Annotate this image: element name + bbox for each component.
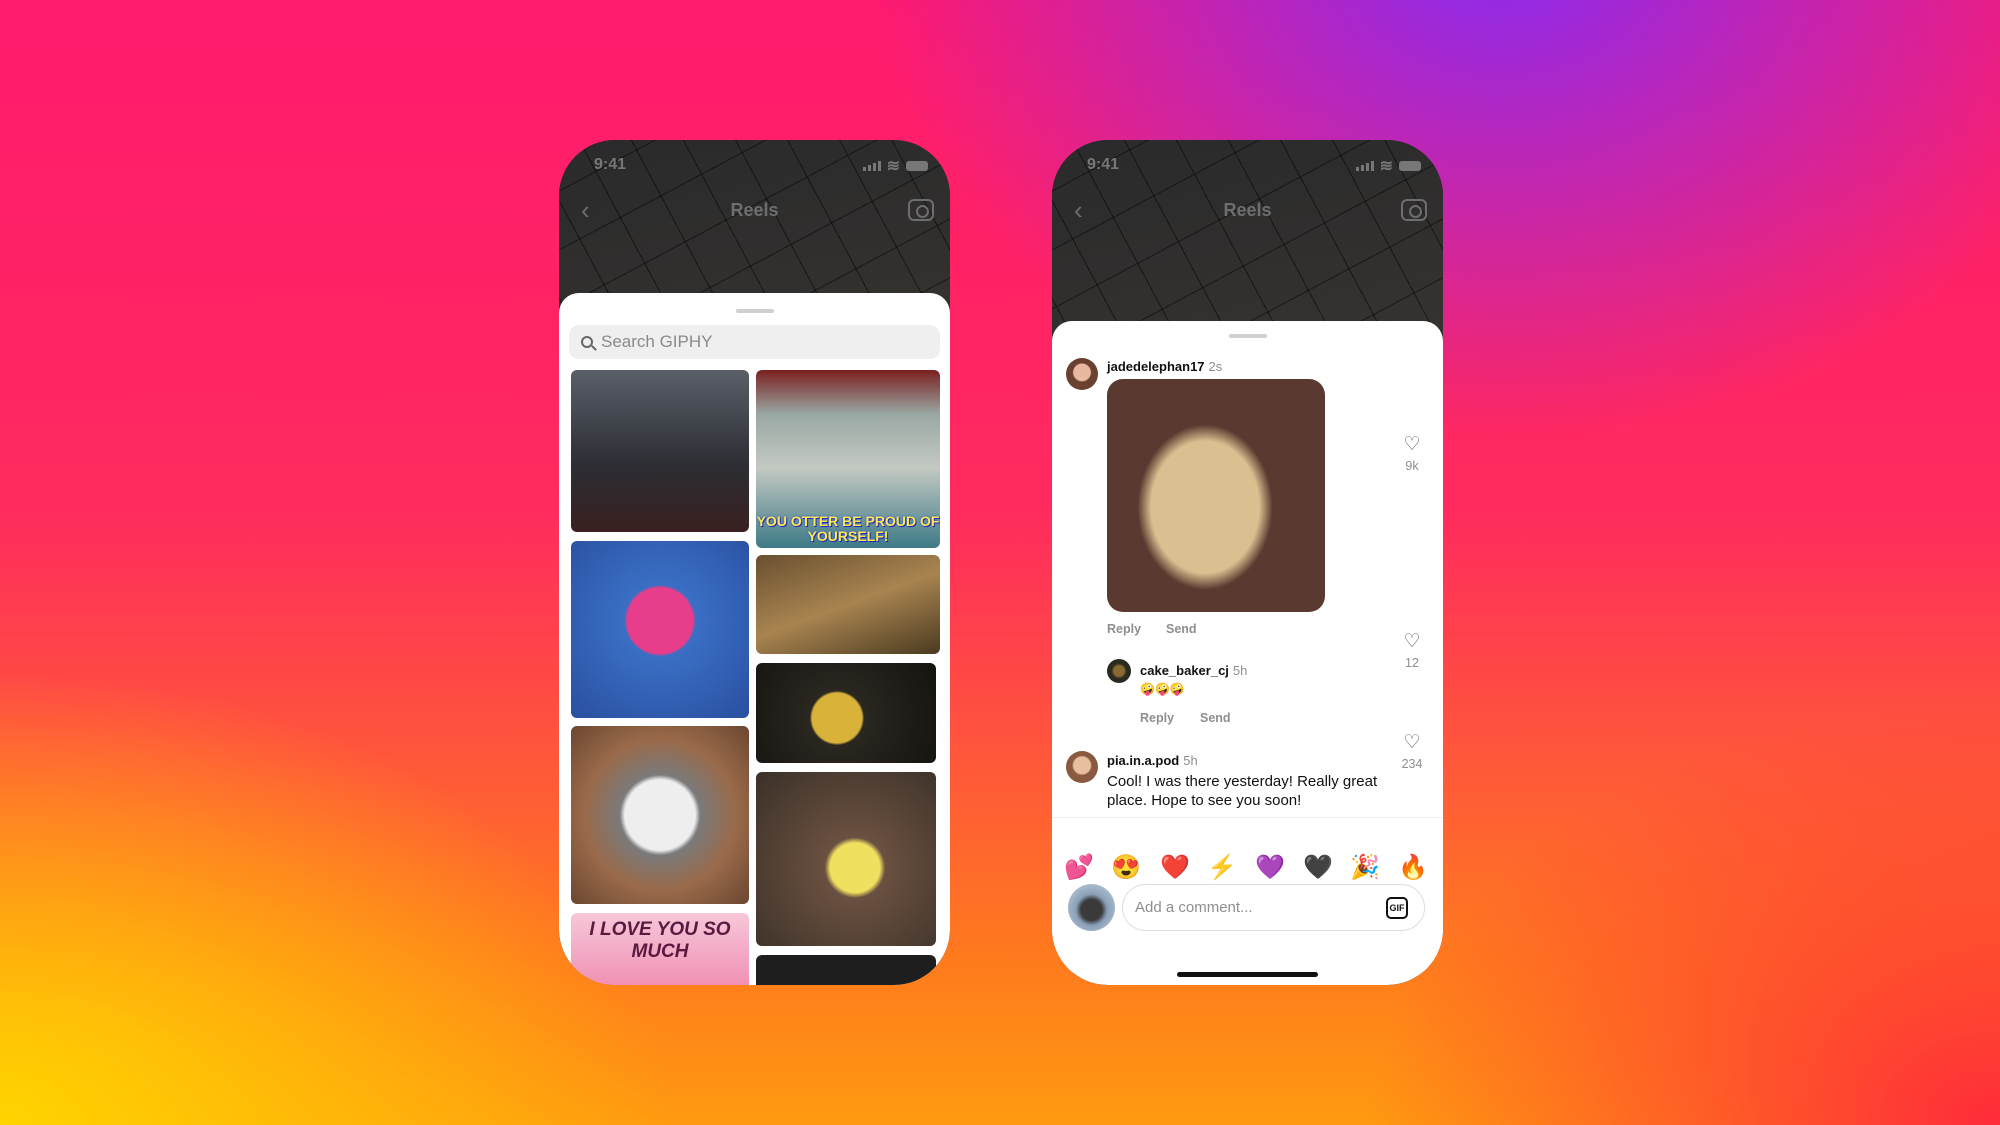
gif-fall-guy[interactable]	[571, 541, 749, 718]
chevron-left-icon[interactable]: ‹	[1074, 195, 1083, 226]
heart-icon[interactable]: ♡	[1397, 433, 1427, 456]
gif-otter[interactable]: YOU OTTER BE PROUD OF YOURSELF!	[756, 370, 940, 548]
like-count: 12	[1405, 656, 1419, 670]
send-button[interactable]: Send	[1200, 711, 1231, 725]
comment-username[interactable]: cake_baker_cj	[1140, 663, 1229, 678]
gif-lioness[interactable]	[756, 555, 940, 654]
sheet-handle[interactable]	[1228, 334, 1267, 338]
chevron-left-icon[interactable]: ‹	[581, 195, 590, 226]
battery-icon	[906, 161, 928, 171]
reply-button[interactable]: Reply	[1140, 711, 1174, 725]
nav-title: Reels	[730, 199, 779, 220]
send-button[interactable]: Send	[1166, 622, 1197, 636]
status-time: 9:41	[594, 156, 627, 173]
gif-pikachu[interactable]	[756, 663, 936, 763]
signal-icon	[862, 161, 881, 171]
emoji-lightning[interactable]: ⚡	[1204, 853, 1240, 882]
giphy-sheet: Search GIPHY YOU OTTER BE PROUD OF YOURS…	[559, 293, 950, 985]
sheet-handle[interactable]	[735, 309, 774, 313]
status-bar: 9:41 ≋	[1087, 156, 1421, 176]
status-time: 9:41	[1087, 156, 1120, 173]
signal-icon	[1355, 161, 1374, 171]
giphy-search-input[interactable]: Search GIPHY	[569, 325, 940, 359]
gif-dark[interactable]	[756, 955, 936, 985]
comment-text: 🤪🤪🤪	[1140, 682, 1185, 696]
status-bar: 9:41 ≋	[594, 156, 928, 176]
avatar[interactable]	[1066, 751, 1098, 783]
search-icon	[581, 336, 593, 348]
gif-button[interactable]: GIF	[1386, 897, 1408, 919]
camera-icon[interactable]	[908, 199, 934, 221]
gif-husky[interactable]	[571, 726, 749, 904]
nav-bar: ‹ Reels	[559, 192, 950, 228]
nav-title: Reels	[1223, 199, 1272, 220]
like-count: 234	[1401, 757, 1423, 771]
home-indicator	[1177, 972, 1318, 977]
comments-sheet: jadedelephan17 2s ♡ 9k Reply Send cake_ba…	[1052, 321, 1443, 985]
emoji-fire[interactable]: 🔥	[1395, 853, 1431, 882]
like-count: 9k	[1405, 459, 1419, 473]
phone-comments: 9:41 ≋ ‹ Reels jadedelephan17 2s ♡ 9k Rep…	[1052, 140, 1443, 985]
comment-header: pia.in.a.pod 5h	[1107, 753, 1198, 768]
comment-header: jadedelephan17 2s	[1107, 359, 1223, 374]
comment-username[interactable]: jadedelephan17	[1107, 359, 1205, 374]
comment-gif-pug[interactable]	[1107, 379, 1325, 612]
avatar[interactable]	[1066, 358, 1098, 390]
heart-icon[interactable]: ♡	[1397, 731, 1427, 754]
wifi-icon: ≋	[1379, 158, 1393, 175]
battery-icon	[1399, 161, 1421, 171]
nav-bar: ‹ Reels	[1052, 192, 1443, 228]
comment-header: cake_baker_cj 5h	[1140, 663, 1248, 678]
phone-giphy: 9:41 ≋ ‹ Reels Search GIPHY YOU OTTER BE…	[559, 140, 950, 985]
avatar[interactable]	[1107, 659, 1131, 683]
camera-icon[interactable]	[1401, 199, 1427, 221]
gif-love-donuts[interactable]: I LOVE YOU SO MUCH	[571, 913, 749, 985]
current-user-avatar	[1068, 884, 1115, 931]
gif-girl-cotton-candy[interactable]	[756, 772, 936, 946]
gif-soccer-player[interactable]	[571, 370, 749, 532]
comment-username[interactable]: pia.in.a.pod	[1107, 753, 1179, 768]
heart-icon[interactable]: ♡	[1397, 630, 1427, 653]
emoji-heart-eyes[interactable]: 😍	[1108, 853, 1144, 882]
emoji-two-hearts[interactable]: 💕	[1061, 853, 1097, 882]
reply-button[interactable]: Reply	[1107, 622, 1141, 636]
comment-text: Cool! I was there yesterday! Really grea…	[1107, 773, 1378, 809]
emoji-party-popper[interactable]: 🎉	[1347, 853, 1383, 882]
wifi-icon: ≋	[886, 158, 900, 175]
emoji-black-heart[interactable]: 🖤	[1300, 853, 1336, 882]
emoji-purple-heart[interactable]: 💜	[1252, 853, 1288, 882]
comment-input[interactable]: Add a comment... GIF	[1122, 884, 1425, 931]
emoji-red-heart[interactable]: ❤️	[1157, 853, 1193, 882]
